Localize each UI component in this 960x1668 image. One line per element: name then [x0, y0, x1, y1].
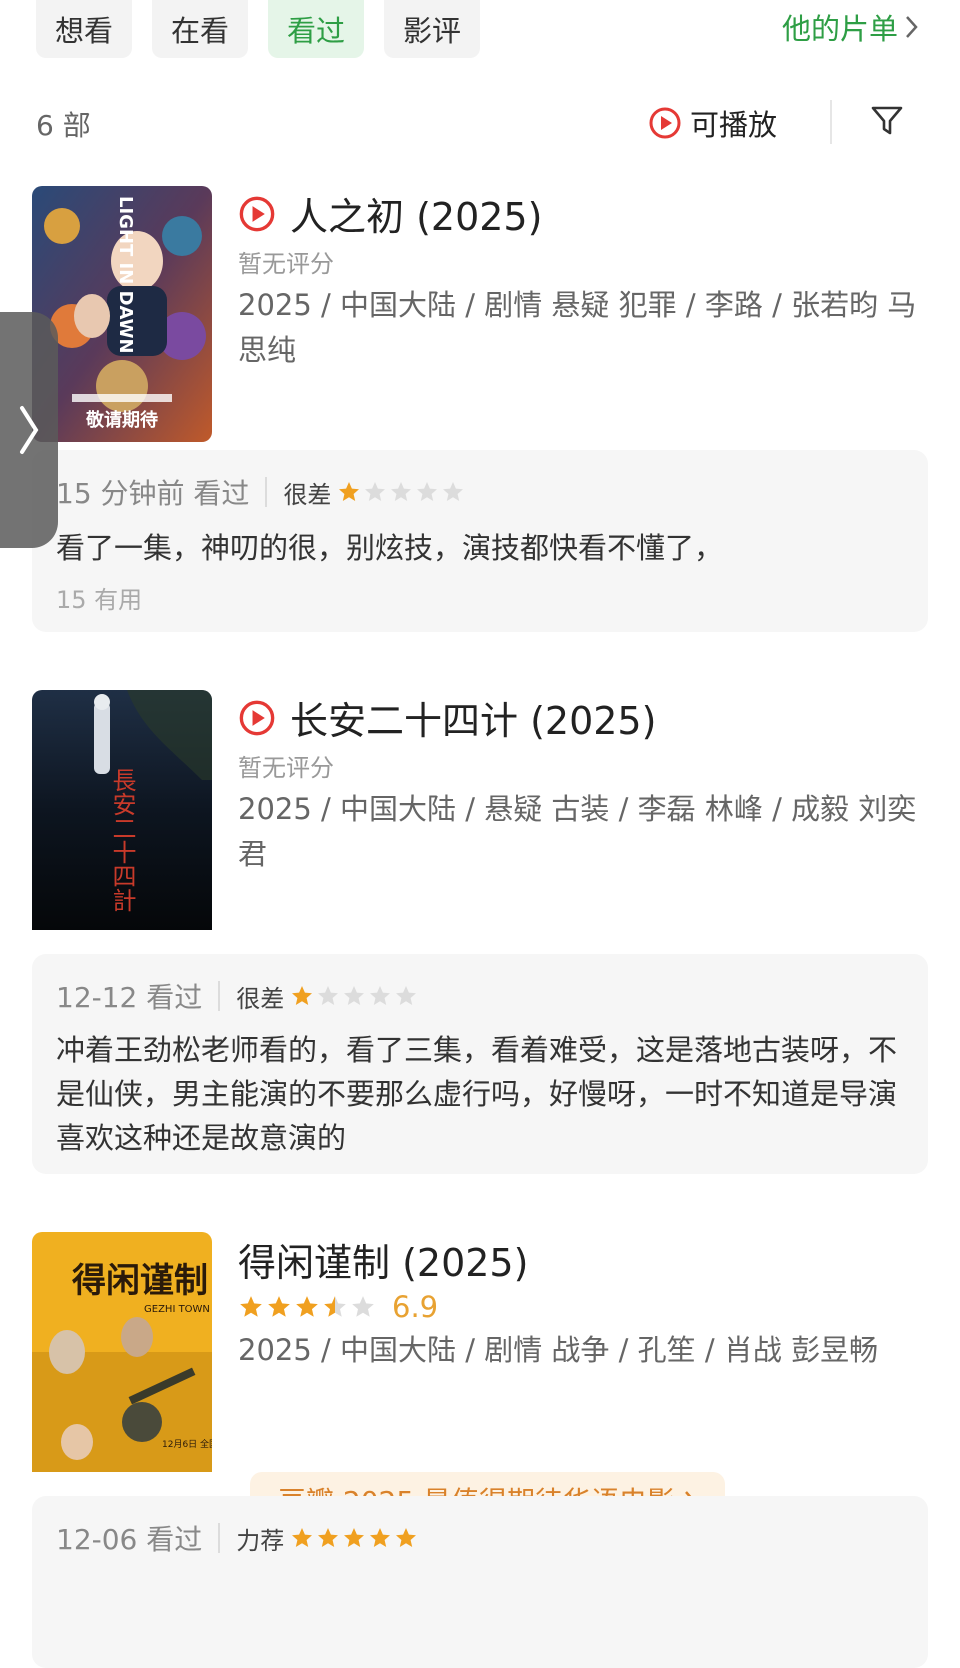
tab-bar: 想看 在看 看过 影评 [36, 0, 480, 58]
review-1-text: 看了一集，神叨的很，别炫技，演技都快看不懂了， [56, 531, 724, 565]
review-1-useful-count[interactable]: 15 有用 [56, 580, 142, 615]
movie-2-rating-text: 暂无评分 [238, 754, 334, 782]
review-card-2: 12-12 看过 很差 冲着王劲松老师看的，看了三集，看着难受，这是落地古装呀，… [32, 954, 928, 1174]
tab-reviews[interactable]: 影评 [384, 0, 480, 58]
movie-3-title[interactable]: 得闲谨制 (2025) [238, 1232, 528, 1287]
play-circle-icon [239, 700, 275, 735]
divider [218, 981, 221, 1011]
star-icon [268, 1296, 290, 1317]
movie-2-meta: 2025 / 中国大陆 / 悬疑 古装 / 李磊 林峰 / 成毅 刘奕君 [238, 792, 917, 871]
my-list-label: 他的片单 [781, 12, 898, 46]
star-icon [292, 1528, 313, 1547]
star-icon [370, 986, 391, 1005]
movie-1-title-text: 人之初 (2025) [290, 195, 543, 239]
toolbar-divider [830, 100, 832, 144]
poster-1-title: LIGHT IN DAWN [115, 196, 136, 354]
chevron-right-icon [20, 406, 39, 454]
star-icon [240, 1296, 262, 1317]
star-icon [296, 1296, 318, 1317]
divider [218, 1523, 221, 1553]
poster-1-caption: 敬请期待 [85, 409, 158, 431]
poster-2-title: 長安二十四計 [108, 768, 136, 912]
star-icon [396, 1528, 417, 1547]
star-icon [339, 482, 360, 501]
play-circle-icon [239, 196, 275, 231]
review-3-rating-word: 力荐 [236, 1526, 285, 1555]
my-list-link[interactable]: 他的片单 [782, 6, 920, 48]
star-icon [344, 1528, 365, 1547]
side-drawer-handle[interactable] [0, 312, 58, 548]
star-icon [318, 986, 339, 1005]
review-2-rating-word: 很差 [236, 984, 285, 1013]
movie-1-title[interactable]: 人之初 (2025) [238, 186, 542, 241]
star-icon [365, 482, 386, 501]
movie-1-rating-text: 暂无评分 [238, 250, 334, 278]
movie-3-title-text: 得闲谨制 (2025) [238, 1241, 529, 1285]
review-1-header: 15 分钟前 看过 很差 [56, 472, 465, 512]
review-1-rating-word: 很差 [283, 480, 332, 509]
movie-1-meta: 2025 / 中国大陆 / 剧情 悬疑 犯罪 / 李路 / 张若昀 马思纯 [238, 288, 917, 367]
star-icon [370, 1528, 391, 1547]
playable-filter-button[interactable]: 可播放 [648, 102, 777, 144]
chevron-right-icon [906, 16, 918, 38]
review-2-stars [290, 984, 418, 1008]
star-icon [324, 1296, 346, 1317]
item-count: 6 部 [36, 109, 91, 142]
review-3-stars [290, 1526, 418, 1550]
star-icon [344, 986, 365, 1005]
star-icon [292, 986, 313, 1005]
review-1-stars [337, 480, 465, 504]
play-circle-icon [649, 107, 681, 139]
movie-2-title-text: 长安二十四计 (2025) [290, 699, 657, 743]
poster-3-date: 12月6日 全国上映 [162, 1438, 212, 1450]
review-card-1: 15 分钟前 看过 很差 看了一集，神叨的很，别炫技，演技都快看不懂了， 15 … [32, 450, 928, 632]
tab-want-to-watch[interactable]: 想看 [36, 0, 132, 58]
playable-label: 可播放 [690, 108, 778, 142]
poster-3-title: 得闲谨制 [71, 1261, 208, 1301]
star-icon [352, 1296, 374, 1317]
poster-movie-3[interactable]: 得闲谨制 GEZHI TOWN 12月6日 全国上映 [32, 1232, 212, 1488]
tab-watching[interactable]: 在看 [152, 0, 248, 58]
poster-movie-1[interactable]: LIGHT IN DAWN 敬请期待 [32, 186, 212, 442]
movie-3-meta: 2025 / 中国大陆 / 剧情 战争 / 孔笙 / 肖战 彭昱畅 [238, 1333, 879, 1367]
review-1-time: 15 分钟前 看过 [56, 477, 250, 510]
review-2-header: 12-12 看过 很差 [56, 976, 418, 1016]
review-2-time: 12-12 看过 [56, 981, 203, 1014]
tab-watched[interactable]: 看过 [268, 0, 364, 58]
review-2-text: 冲着王劲松老师看的，看了三集，看着难受，这是落地古装呀，不是仙侠，男主能演的不要… [56, 1033, 898, 1155]
filter-icon[interactable] [870, 104, 904, 138]
divider [265, 477, 268, 507]
review-3-header: 12-06 看过 力荐 [56, 1518, 418, 1558]
star-icon [318, 1528, 339, 1547]
movie-3-score: 6.9 [392, 1290, 439, 1324]
movie-3-average-stars [238, 1294, 376, 1320]
poster-3-subtitle: GEZHI TOWN [144, 1304, 210, 1315]
star-icon [443, 482, 464, 501]
poster-movie-2[interactable]: 長安二十四計 [32, 690, 212, 946]
review-card-3: 12-06 看过 力荐 [32, 1496, 928, 1668]
star-icon [417, 482, 438, 501]
star-icon [396, 986, 417, 1005]
review-3-time: 12-06 看过 [56, 1523, 203, 1556]
movie-2-title[interactable]: 长安二十四计 (2025) [238, 690, 656, 745]
movie-3-score-row: 6.9 [238, 1290, 438, 1324]
star-icon [391, 482, 412, 501]
